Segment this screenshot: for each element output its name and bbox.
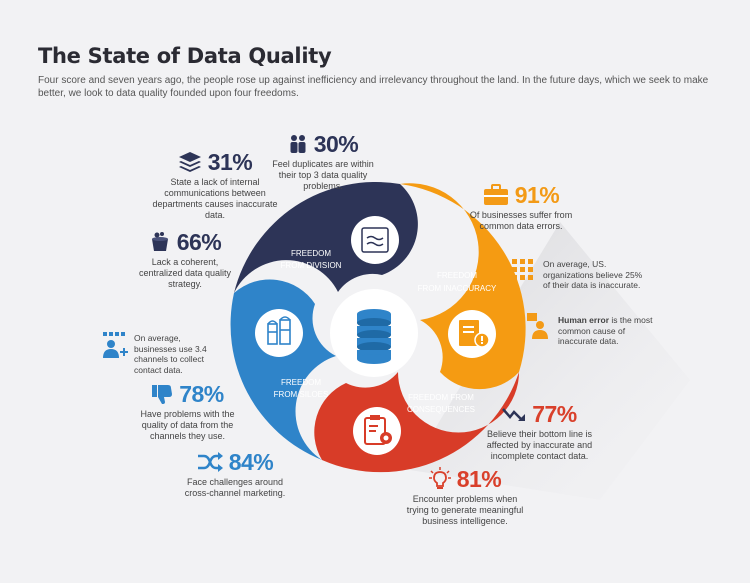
stat-business-intelligence: 81% Encounter problems when trying to ge… <box>405 467 525 527</box>
stat-value: 30% <box>313 131 359 157</box>
stat-value: 91% <box>514 182 560 208</box>
freedoms-diagram: FREEDOM FROM DIVISION FREEDOM FROM INACC… <box>230 181 690 500</box>
inaccuracy-label-line1: FREEDOM <box>437 271 477 280</box>
stat-description: Have problems with the quality of data f… <box>140 409 235 441</box>
stat-bottom-line: 77% Believe their bottom line is affecte… <box>482 402 597 462</box>
thumbs-down-icon <box>152 385 173 404</box>
layers-icon <box>178 152 201 172</box>
stat-description: State a lack of internal communications … <box>152 177 278 220</box>
database-icon <box>357 309 391 364</box>
stat-description: Believe their bottom line is affected by… <box>486 429 593 461</box>
briefcase-icon <box>483 184 508 205</box>
stat-value: 66% <box>176 229 222 255</box>
stat-strategy: 66% Lack a coherent, centralized data qu… <box>130 230 240 290</box>
stat-description: Face challenges around cross-channel mar… <box>184 477 286 498</box>
note-human-error-bold: Human error <box>558 315 610 325</box>
shuffle-icon <box>197 452 223 472</box>
stat-cross-channel: 84% Face challenges around cross-channel… <box>175 450 295 499</box>
division-label-line1: FREEDOM <box>291 249 331 258</box>
note-human-error: Human error is the most common cause of … <box>558 315 653 347</box>
stat-channel-quality: 78% Have problems with the quality of da… <box>130 382 245 442</box>
note-inaccurate-data: On average, US. organizations believe 25… <box>543 259 643 290</box>
stat-description: Of businesses suffer from common data er… <box>469 210 573 231</box>
stat-errors: 91% Of businesses suffer from common dat… <box>466 183 576 232</box>
division-label-line2: FROM DIVISION <box>281 261 342 270</box>
stat-description: Feel duplicates are within their top 3 d… <box>272 159 374 191</box>
stat-value: 81% <box>456 466 502 492</box>
siloes-label-line1: FREEDOM <box>281 378 321 387</box>
consequences-label-line2: CONSEQUENCES <box>407 405 475 414</box>
stat-value: 78% <box>179 381 224 407</box>
stat-value: 31% <box>207 149 253 175</box>
user-add-icon <box>103 332 128 358</box>
grid-icon <box>512 259 533 280</box>
trend-down-icon <box>502 408 526 421</box>
siloes-label-line2: FROM SILOES <box>274 390 329 399</box>
stat-description: Lack a coherent, centralized data qualit… <box>138 257 232 289</box>
consequences-label-line1: FREEDOM FROM <box>408 393 474 402</box>
stat-value: 77% <box>532 401 577 427</box>
inaccuracy-label-line2: FROM INACCURACY <box>418 284 497 293</box>
people-icon <box>290 135 306 153</box>
stat-duplicates: 30% Feel duplicates are within their top… <box>268 132 378 192</box>
bucket-icon <box>151 232 168 251</box>
stat-communications: 31% State a lack of internal communicati… <box>150 150 280 221</box>
stat-description: Encounter problems when trying to genera… <box>406 494 524 526</box>
stat-value: 84% <box>228 449 274 475</box>
lightbulb-icon <box>428 467 451 489</box>
person-icon <box>527 313 548 339</box>
note-channels: On average, businesses use 3.4 channels … <box>134 333 207 375</box>
